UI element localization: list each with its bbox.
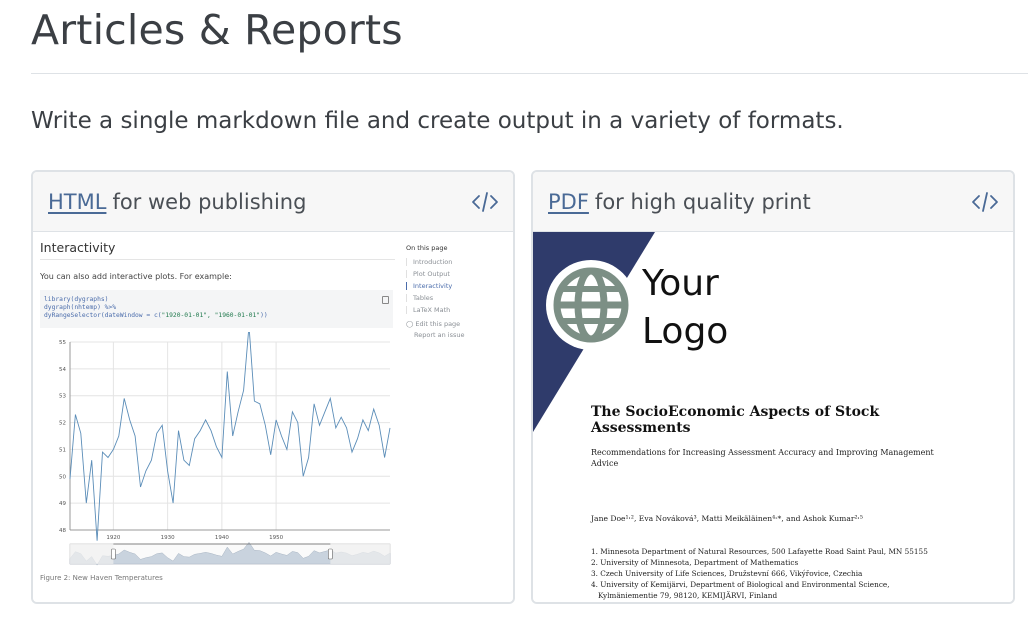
- affiliation-line: 4. University of Kemijärvi, Department o…: [591, 580, 890, 589]
- x-tick-label: 1950: [269, 535, 283, 541]
- preview-divider: [40, 259, 395, 260]
- toc-item[interactable]: Plot Output: [406, 270, 464, 278]
- y-tick-label: 51: [59, 447, 66, 453]
- title-divider: [31, 73, 1028, 74]
- document-subtitle: Recommendations for Increasing Assessmen…: [591, 448, 934, 468]
- pdf-card: PDF for high quality print Your Logo The…: [531, 170, 1015, 604]
- pdf-format-link[interactable]: PDF: [548, 190, 589, 214]
- code-line: dyRangeSelector(dateWindow = c("1920-01-…: [44, 312, 268, 319]
- html-preview[interactable]: Interactivity You can also add interacti…: [33, 232, 513, 602]
- y-tick-label: 52: [59, 421, 66, 427]
- pdf-card-description: for high quality print: [594, 189, 811, 214]
- x-tick-label: 1930: [161, 535, 175, 541]
- y-tick-label: 53: [59, 394, 66, 400]
- html-card: HTML for web publishing Interactivity Yo…: [31, 170, 515, 604]
- code-icon[interactable]: [471, 190, 499, 214]
- code-icon[interactable]: [971, 190, 999, 214]
- html-format-link[interactable]: HTML: [48, 190, 106, 214]
- x-tick-label: 1940: [215, 535, 229, 541]
- temperature-chart[interactable]: 48 49 50 51 52 53 54 55 1920 1930 1940 1950: [33, 332, 403, 572]
- affiliation-line: 1. Minnesota Department of Natural Resou…: [591, 547, 928, 556]
- pdf-preview[interactable]: Your Logo The SocioEconomic Aspects of S…: [533, 232, 1013, 602]
- figure-caption: Figure 2: New Haven Temperatures: [40, 574, 163, 582]
- preview-text: You can also add interactive plots. For …: [40, 272, 232, 281]
- html-card-description: for web publishing: [112, 189, 307, 214]
- series-line: [69, 332, 391, 541]
- document-title: The SocioEconomic Aspects of Stock Asses…: [591, 404, 880, 436]
- y-tick-label: 48: [59, 528, 66, 534]
- lead-text: Write a single markdown file and create …: [31, 108, 844, 134]
- github-icon: ◯: [406, 320, 414, 328]
- range-handle-left: [111, 548, 116, 560]
- affiliation-line: Kylmäniementie 79, 98120, KEMIJÄRVI, Fin…: [591, 591, 778, 600]
- card-header-html: HTML for web publishing: [33, 172, 513, 232]
- logo-text: Your Logo: [642, 263, 729, 352]
- y-tick-label: 54: [59, 367, 66, 373]
- report-issue-link[interactable]: Report an issue: [406, 331, 464, 339]
- toc-item-active[interactable]: Interactivity: [406, 282, 464, 290]
- toc-item[interactable]: Tables: [406, 294, 464, 302]
- page-title: Articles & Reports: [31, 6, 403, 54]
- affiliation-line: 3. Czech University of Life Sciences, Dr…: [591, 569, 863, 578]
- toc-heading: On this page: [406, 244, 448, 252]
- code-line: dygraph(nhtemp) %>%: [44, 304, 117, 311]
- code-block: library(dygraphs) dygraph(nhtemp) %>% dy…: [40, 290, 393, 328]
- table-of-contents: On this page Introduction Plot Output In…: [406, 244, 464, 339]
- copy-icon[interactable]: [382, 296, 389, 304]
- preview-heading: Interactivity: [40, 240, 116, 255]
- range-mask-right: [330, 544, 390, 564]
- card-header-pdf: PDF for high quality print: [533, 172, 1013, 232]
- y-tick-label: 55: [59, 340, 66, 346]
- y-tick-label: 50: [59, 474, 66, 480]
- document-authors: Jane Doe¹˒², Eva Nováková³, Matti Meikäl…: [591, 514, 863, 523]
- code-line: library(dygraphs): [44, 296, 109, 303]
- range-handle-right: [328, 548, 333, 560]
- toc-item[interactable]: Introduction: [406, 258, 464, 266]
- x-tick-label: 1920: [106, 535, 120, 541]
- toc-item[interactable]: LaTeX Math: [406, 306, 464, 314]
- edit-page-link[interactable]: ◯ Edit this page: [406, 320, 464, 328]
- range-mask-left: [70, 544, 114, 564]
- affiliation-line: 2. University of Minnesota, Department o…: [591, 558, 799, 567]
- y-tick-label: 49: [59, 501, 66, 507]
- affiliations: 1. Minnesota Department of Natural Resou…: [591, 546, 1011, 601]
